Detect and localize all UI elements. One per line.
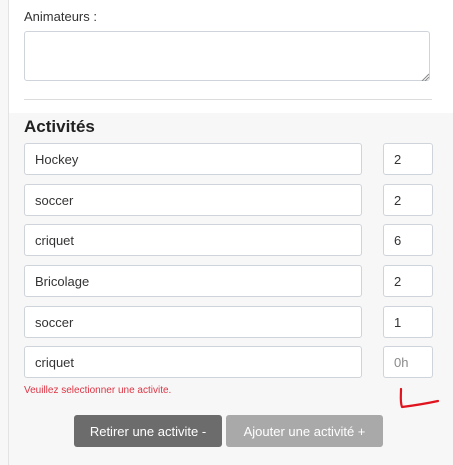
activity-name-input[interactable] <box>24 184 362 216</box>
animateurs-label: Animateurs : <box>24 9 97 24</box>
activity-name-input[interactable] <box>24 224 362 256</box>
add-activity-button[interactable]: Ajouter une activité + <box>226 415 383 447</box>
activity-qty-input[interactable] <box>383 265 433 297</box>
red-annotation-mark <box>399 387 440 409</box>
activity-qty-input[interactable] <box>383 184 433 216</box>
animateurs-textarea[interactable] <box>24 31 430 81</box>
activity-form-card: Animateurs : Activités Veuillez selectio… <box>8 0 453 465</box>
activities-title: Activités <box>24 117 95 136</box>
activity-name-input[interactable] <box>24 306 362 338</box>
activity-qty-input[interactable] <box>383 224 433 256</box>
activity-error-message: Veuillez selectionner une activite. <box>24 385 172 396</box>
animateurs-section: Animateurs : <box>9 0 453 113</box>
activity-name-input[interactable] <box>24 346 362 378</box>
section-divider <box>24 99 432 100</box>
activity-name-input[interactable] <box>24 265 362 297</box>
activity-qty-input[interactable] <box>383 346 433 378</box>
activity-name-input[interactable] <box>24 143 362 175</box>
activity-qty-input[interactable] <box>383 306 433 338</box>
resize-grip-icon[interactable] <box>421 73 429 81</box>
activity-qty-input[interactable] <box>383 143 433 175</box>
remove-activity-button[interactable]: Retirer une activite - <box>74 415 222 447</box>
